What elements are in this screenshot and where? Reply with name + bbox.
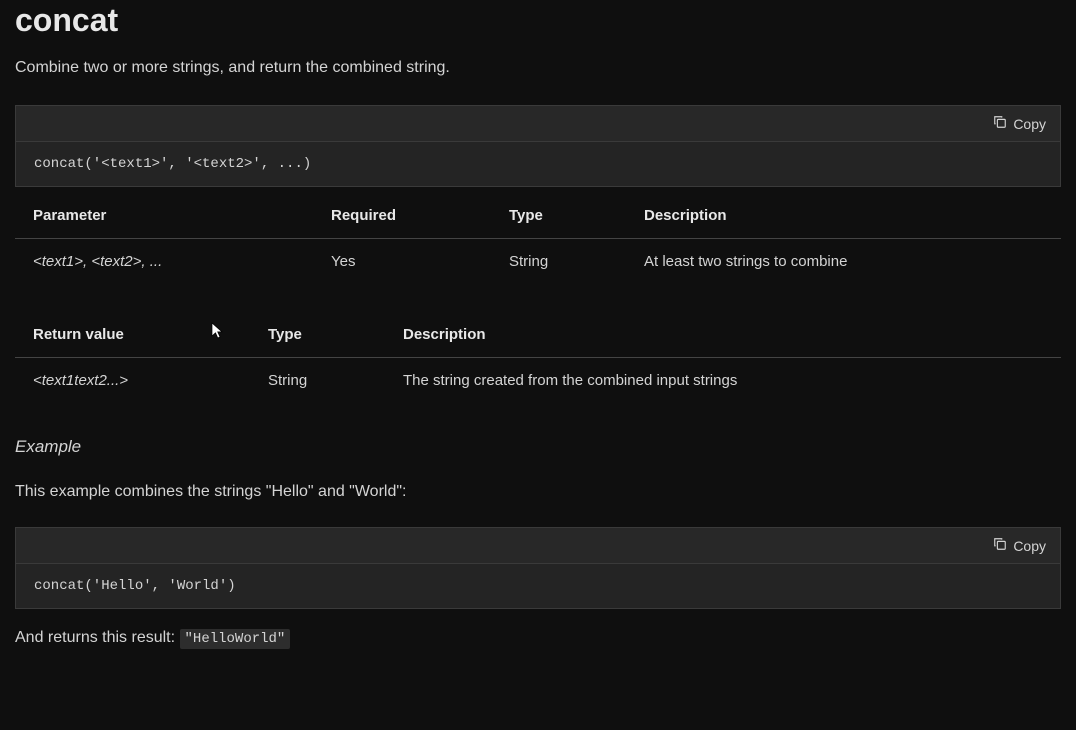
example-code-block: Copy concat('Hello', 'World') <box>15 527 1061 609</box>
col-description: Description <box>626 193 1061 239</box>
copy-button[interactable]: Copy <box>979 529 1060 562</box>
table-row: <text1>, <text2>, ... Yes String At leas… <box>15 239 1061 285</box>
example-intro: This example combines the strings "Hello… <box>15 483 1061 501</box>
col-required: Required <box>313 193 491 239</box>
table-header-row: Parameter Required Type Description <box>15 193 1061 239</box>
cell-type: String <box>250 358 385 404</box>
result-prefix: And returns this result: <box>15 629 180 646</box>
col-type: Type <box>250 312 385 358</box>
cell-description: The string created from the combined inp… <box>385 358 1061 404</box>
col-parameter: Parameter <box>15 193 313 239</box>
parameters-table: Parameter Required Type Description <tex… <box>15 193 1061 284</box>
code-header: Copy <box>16 106 1060 142</box>
copy-button[interactable]: Copy <box>979 107 1060 140</box>
example-code: concat('Hello', 'World') <box>16 564 1060 608</box>
cell-description: At least two strings to combine <box>626 239 1061 285</box>
result-value: "HelloWorld" <box>180 629 291 649</box>
return-table: Return value Type Description <text1text… <box>15 312 1061 403</box>
copy-label: Copy <box>1013 116 1046 132</box>
example-heading: Example <box>15 437 1061 457</box>
table-row: <text1text2...> String The string create… <box>15 358 1061 404</box>
table-header-row: Return value Type Description <box>15 312 1061 358</box>
cell-return-value: <text1text2...> <box>15 358 250 404</box>
intro-paragraph: Combine two or more strings, and return … <box>15 59 1061 77</box>
page-title: concat <box>15 2 1061 39</box>
code-header: Copy <box>16 528 1060 564</box>
col-type: Type <box>491 193 626 239</box>
copy-icon <box>993 537 1007 554</box>
cell-parameter: <text1>, <text2>, ... <box>15 239 313 285</box>
col-return-value: Return value <box>15 312 250 358</box>
syntax-code-block: Copy concat('<text1>', '<text2>', ...) <box>15 105 1061 187</box>
col-description: Description <box>385 312 1061 358</box>
copy-label: Copy <box>1013 538 1046 554</box>
cell-required: Yes <box>313 239 491 285</box>
copy-icon <box>993 115 1007 132</box>
cell-type: String <box>491 239 626 285</box>
result-line: And returns this result: "HelloWorld" <box>15 629 1061 647</box>
syntax-code: concat('<text1>', '<text2>', ...) <box>16 142 1060 186</box>
